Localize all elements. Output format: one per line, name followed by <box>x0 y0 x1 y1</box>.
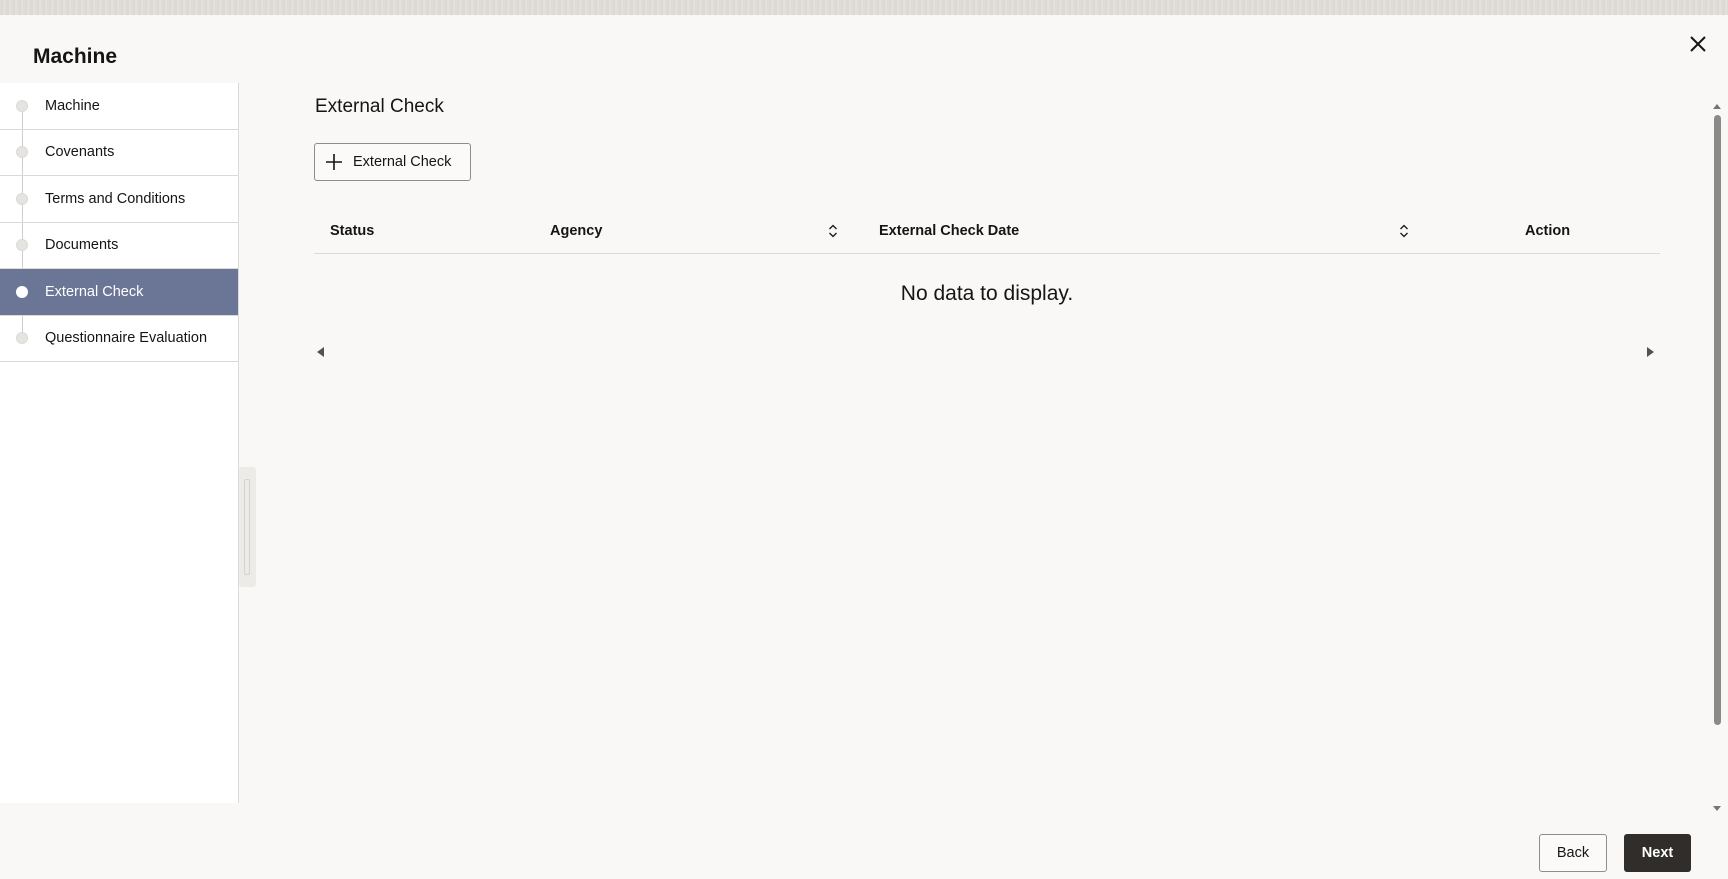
plus-icon <box>326 154 342 170</box>
scroll-up-arrow-icon[interactable] <box>1711 101 1723 111</box>
step-dot <box>16 285 28 298</box>
add-button-label: External Check <box>353 154 452 170</box>
background-strip <box>0 0 1728 15</box>
nav-item-label: Covenants <box>45 144 115 161</box>
close-icon <box>1690 36 1706 52</box>
step-dot <box>16 192 28 205</box>
nav-item-label: External Check <box>45 283 144 300</box>
empty-table-message: No data to display. <box>900 282 1074 305</box>
step-dot <box>16 332 28 345</box>
nav-item-label: Terms and Conditions <box>45 190 186 207</box>
scroll-down-arrow-icon[interactable] <box>1711 804 1723 814</box>
train-navigation: Machine Covenants Terms and Conditions D… <box>0 83 239 803</box>
next-button[interactable]: Next <box>1624 834 1691 872</box>
table-header: Status Agency External Check Date Action <box>314 211 1660 254</box>
machine-dialog: Machine Machine Covenants Terms and Cond… <box>0 15 1728 879</box>
column-header-action: Action <box>1525 223 1571 239</box>
vertical-scrollbar[interactable] <box>1711 101 1723 815</box>
back-button[interactable]: Back <box>1539 834 1607 872</box>
close-button[interactable] <box>1685 31 1711 57</box>
nav-item-documents[interactable]: Documents <box>0 223 238 269</box>
step-dot <box>16 239 28 252</box>
caret-right-icon[interactable] <box>1646 347 1654 357</box>
nav-item-label: Machine <box>45 97 100 114</box>
column-header-agency[interactable]: Agency <box>550 223 602 239</box>
sort-icon[interactable] <box>828 223 838 239</box>
sort-icon[interactable] <box>1399 223 1409 239</box>
nav-item-covenants[interactable]: Covenants <box>0 130 238 176</box>
caret-left-icon[interactable] <box>317 347 325 357</box>
section-title: External Check <box>315 96 444 117</box>
splitter-grip <box>244 479 250 575</box>
column-header-status[interactable]: Status <box>330 223 374 239</box>
scrollbar-thumb[interactable] <box>1714 115 1721 725</box>
step-dot <box>16 99 28 112</box>
nav-item-label: Questionnaire Evaluation <box>45 330 208 347</box>
nav-item-machine[interactable]: Machine <box>0 83 238 130</box>
nav-item-terms-and-conditions[interactable]: Terms and Conditions <box>0 176 238 223</box>
column-header-external-check-date[interactable]: External Check Date <box>879 223 1019 239</box>
nav-item-label: Documents <box>45 237 119 254</box>
nav-item-questionnaire-evaluation[interactable]: Questionnaire Evaluation <box>0 316 238 362</box>
step-dot <box>16 146 28 159</box>
add-external-check-button[interactable]: External Check <box>314 143 471 181</box>
nav-item-external-check[interactable]: External Check <box>0 269 238 316</box>
dialog-title: Machine <box>33 45 118 68</box>
panel-splitter-handle[interactable] <box>239 467 256 587</box>
